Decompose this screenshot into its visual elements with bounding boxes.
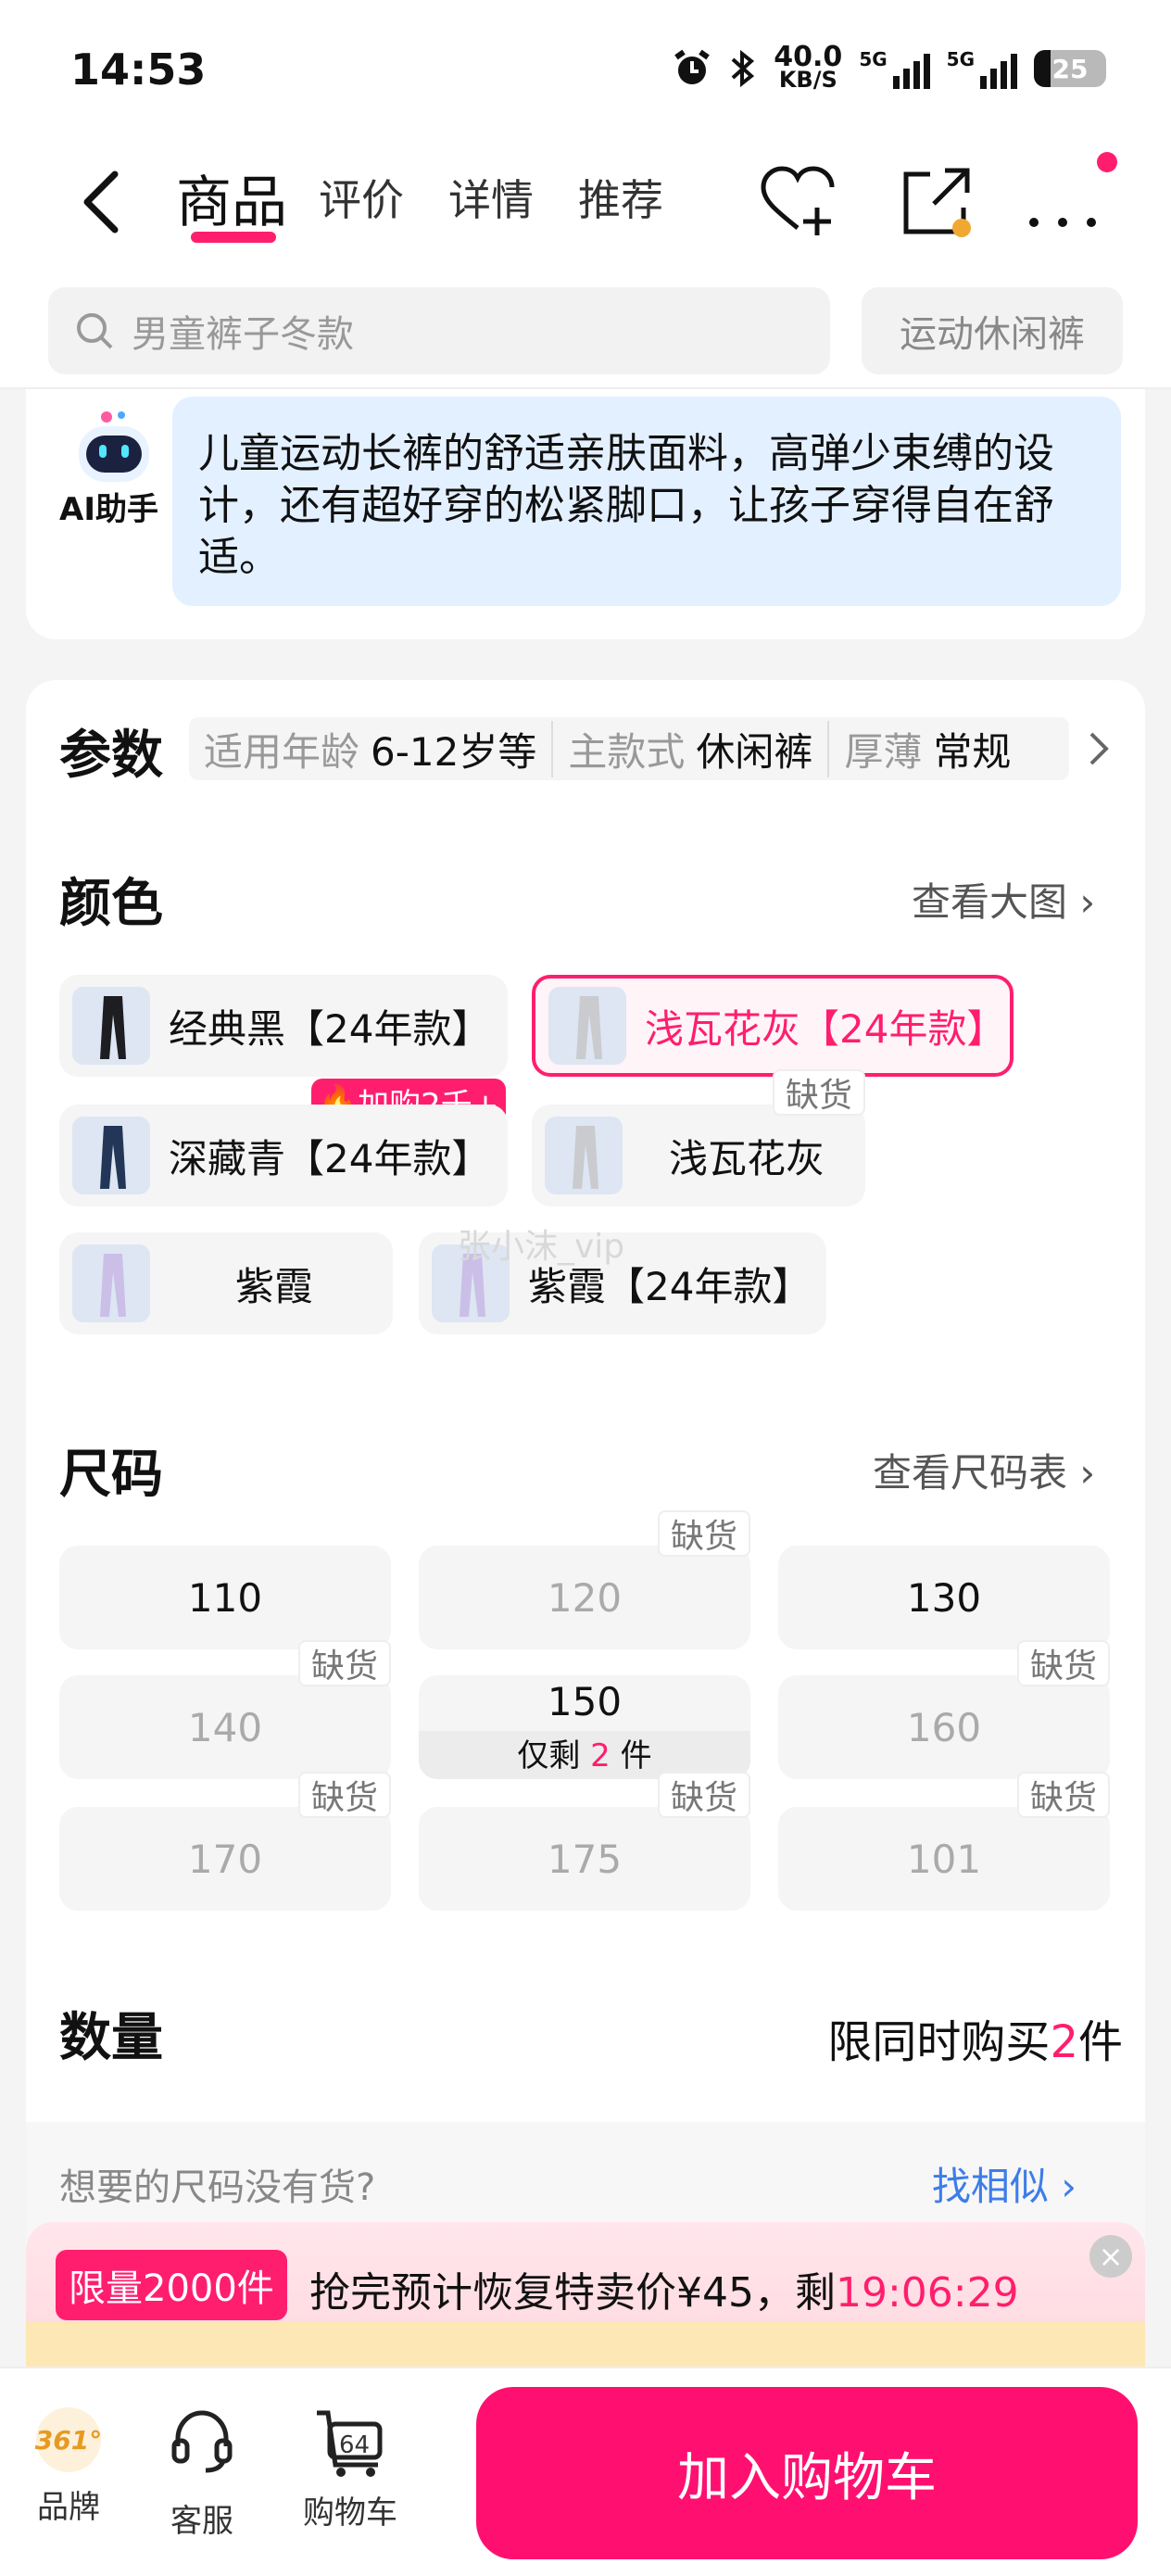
ai-summary: 儿童运动长裤的舒适亲肤面料，高弹少束缚的设计，还有超好穿的松紧脚口，让孩子穿得自… <box>172 397 1121 606</box>
param-item: 适用年龄 6-12岁等 <box>189 720 554 777</box>
out-of-stock-badge: 缺货 <box>1016 1772 1110 1818</box>
out-of-stock-badge: 缺货 <box>772 1069 865 1116</box>
battery-icon: 25 <box>1034 50 1106 87</box>
tab-product[interactable]: 商品 <box>176 158 287 238</box>
close-icon[interactable]: × <box>1089 2235 1132 2278</box>
promo-countdown: 19:06:29 <box>835 2269 1019 2317</box>
tab-details[interactable]: 详情 <box>448 167 534 228</box>
product-thumbnail <box>72 1244 150 1322</box>
tab-recommend[interactable]: 推荐 <box>578 167 663 228</box>
cart-count: 64 <box>339 2431 371 2459</box>
params-strip[interactable]: 适用年龄 6-12岁等 主款式 休闲裤 厚薄 常规 <box>189 717 1069 780</box>
color-option-navy-24[interactable]: 深藏青【24年款】 <box>59 1105 508 1206</box>
view-large-image-link[interactable]: 查看大图 › <box>912 871 1095 928</box>
signal-icon: 5G <box>859 48 930 89</box>
color-option-purple[interactable]: 紫霞 <box>59 1232 393 1334</box>
out-of-stock-badge: 缺货 <box>297 1772 391 1818</box>
search-placeholder: 男童裤子冬款 <box>132 313 354 356</box>
size-option-140[interactable]: 缺货 140 <box>59 1640 391 1779</box>
net-speed: 40.0 KB/S <box>774 41 843 93</box>
product-thumbnail <box>72 1117 150 1194</box>
cart-button[interactable]: 64 购物车 <box>295 2404 406 2532</box>
color-option-black-24[interactable]: 经典黑【24年款】 <box>59 975 508 1077</box>
size-option-130[interactable]: 130 <box>778 1546 1110 1649</box>
cart-label: 购物车 <box>303 2494 397 2532</box>
search-chip[interactable]: 运动休闲裤 <box>862 287 1123 374</box>
param-item: 主款式 休闲裤 <box>553 720 830 777</box>
find-similar-link[interactable]: 找相似 › <box>932 2155 1077 2212</box>
ai-label: AI助手 <box>59 491 158 528</box>
promo-text: 抢完预计恢复特卖价¥45，剩19:06:29 <box>309 2269 1019 2317</box>
status-icons: 40.0 KB/S 5G 5G 25 <box>672 41 1106 93</box>
no-size-question: 想要的尺码没有货? <box>59 2166 376 2209</box>
brand-logo-icon: 361° <box>35 2407 102 2472</box>
tab-underline <box>191 232 276 243</box>
quantity-limit: 限同时购买2件 <box>827 2016 1123 2068</box>
add-to-cart-button[interactable]: 加入购物车 <box>476 2387 1138 2559</box>
product-thumbnail <box>548 987 626 1065</box>
brand-label: 品牌 <box>37 2489 100 2526</box>
favorite-add-icon[interactable] <box>756 161 839 245</box>
size-option-160[interactable]: 缺货 160 <box>778 1640 1110 1779</box>
out-of-stock-badge: 缺货 <box>1016 1640 1110 1686</box>
search-input[interactable]: 男童裤子冬款 <box>48 287 830 374</box>
bottom-bar: 361° 品牌 客服 64 购物车 加入购物车 <box>0 2367 1171 2576</box>
out-of-stock-badge: 缺货 <box>657 1772 750 1818</box>
customer-service-button[interactable]: 客服 <box>146 2404 258 2541</box>
size-option-120[interactable]: 缺货 120 <box>419 1510 750 1649</box>
service-label: 客服 <box>170 2503 233 2540</box>
quantity-title: 数量 <box>59 2008 163 2068</box>
share-icon[interactable] <box>893 161 976 245</box>
promo-strip <box>26 2322 1145 2367</box>
more-icon[interactable] <box>1021 161 1104 245</box>
size-option-170[interactable]: 缺货 170 <box>59 1772 391 1911</box>
search-row: 男童裤子冬款 运动休闲裤 <box>0 269 1171 389</box>
alarm-icon <box>674 49 711 84</box>
ai-robot-icon <box>79 411 149 482</box>
color-title: 颜色 <box>59 874 163 934</box>
stock-remaining: 仅剩 2 件 <box>517 1737 652 1774</box>
status-time: 14:53 <box>70 44 207 95</box>
cart-icon: 64 <box>313 2404 387 2478</box>
headset-icon <box>171 2410 233 2473</box>
brand-button[interactable]: 361° 品牌 <box>13 2404 124 2527</box>
color-option-lightgray[interactable]: 缺货 浅瓦花灰 <box>532 1069 865 1206</box>
size-chart-link[interactable]: 查看尺码表 › <box>873 1442 1095 1498</box>
color-option-lightgray-24[interactable]: 浅瓦花灰【24年款】 <box>532 975 1014 1077</box>
out-of-stock-badge: 缺货 <box>297 1640 391 1686</box>
status-bar: 14:53 40.0 KB/S 5G 5G 25 <box>0 0 1171 139</box>
back-icon[interactable] <box>74 165 130 239</box>
ai-assistant-card: AI助手 儿童运动长裤的舒适亲肤面料，高弹少束缚的设计，还有超好穿的松紧脚口，让… <box>26 389 1145 639</box>
size-title: 尺码 <box>59 1445 163 1505</box>
size-option-175[interactable]: 缺货 175 <box>419 1772 750 1911</box>
chevron-right-icon[interactable] <box>1084 728 1112 769</box>
search-icon <box>77 313 113 349</box>
size-option-101[interactable]: 缺货 101 <box>778 1772 1110 1911</box>
notification-dot <box>1097 152 1117 172</box>
tab-reviews[interactable]: 评价 <box>319 167 404 228</box>
promo-tag: 限量2000件 <box>56 2250 287 2320</box>
watermark: 张小沫_vip <box>458 1228 625 1266</box>
size-option-150[interactable]: 150 仅剩 2 件 <box>419 1675 750 1779</box>
product-thumbnail <box>545 1117 623 1194</box>
product-thumbnail <box>72 987 150 1065</box>
size-option-110[interactable]: 110 <box>59 1546 391 1649</box>
params-title: 参数 <box>59 726 163 786</box>
top-nav: 商品 评价 详情 推荐 <box>0 139 1171 269</box>
bluetooth-icon <box>731 49 755 88</box>
param-item: 厚薄 常规 <box>844 728 1012 775</box>
signal-icon-2: 5G <box>947 48 1017 89</box>
out-of-stock-badge: 缺货 <box>657 1510 750 1557</box>
